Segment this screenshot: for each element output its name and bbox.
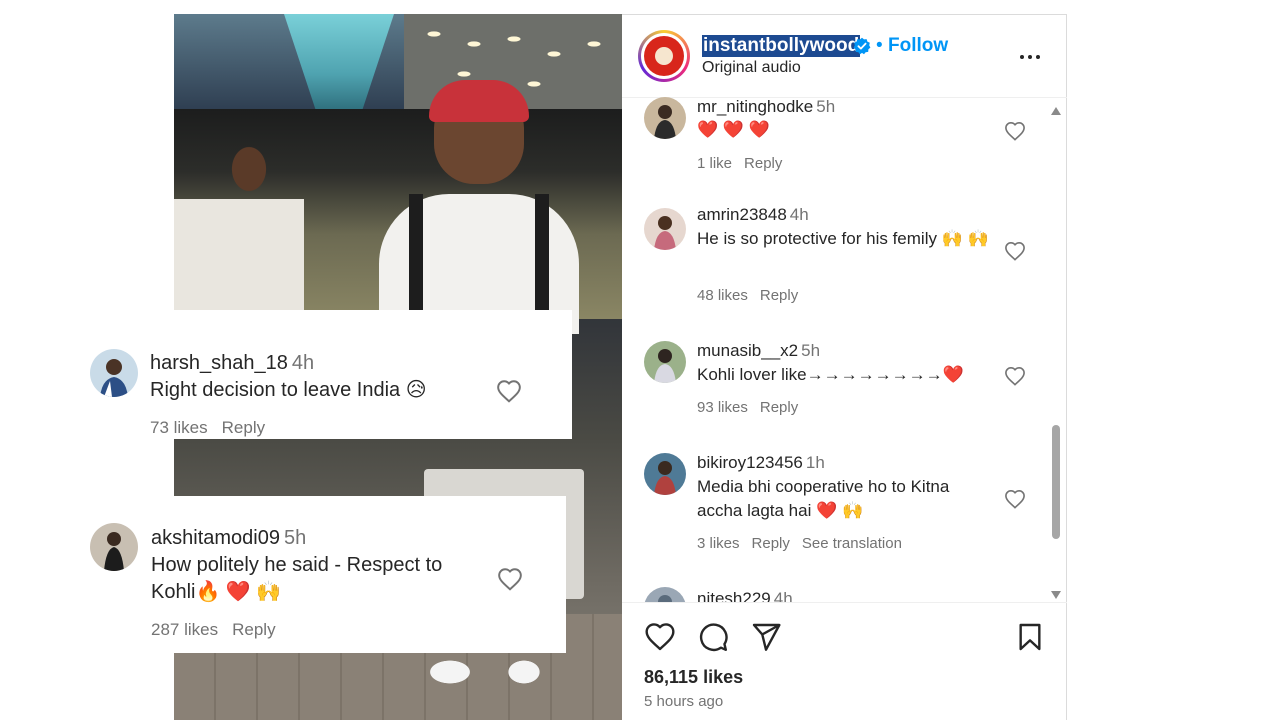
video-shoes [420,654,550,690]
reply-link[interactable]: Reply [752,535,790,552]
post-panel: instantbollywood • Follow Original audio [622,14,1067,720]
verified-badge-icon [853,37,871,55]
account-avatar[interactable] [638,30,690,82]
more-icon[interactable] [1018,45,1042,69]
avatar[interactable] [90,349,138,397]
comment-meta: 3 likes Reply See translation [697,535,902,552]
comment-heart-icon[interactable] [497,567,523,591]
comment-username[interactable]: bikiroy123456 1h [697,453,825,473]
avatar[interactable] [644,341,686,383]
heart-icon[interactable] [644,621,676,653]
comment-username[interactable]: harsh_shah_18 4h [150,352,314,375]
comment-heart-icon[interactable] [496,379,522,403]
audio-label[interactable]: Original audio [702,59,801,77]
avatar[interactable] [644,453,686,495]
comment-text: Right decision to leave India 😥 [150,379,427,401]
comment-heart-icon[interactable] [1004,121,1026,141]
comment-likes[interactable]: 3 likes [697,535,740,552]
reply-link[interactable]: Reply [222,418,265,437]
comment-text: How politely he said - Respect to Kohli🔥… [151,554,443,603]
likes-count[interactable]: 86,115 likes [644,667,743,688]
comment-heart-icon[interactable] [1004,241,1026,261]
avatar[interactable] [644,587,686,602]
comment-username[interactable]: akshitamodi09 5h [151,527,306,550]
comments-list[interactable]: mr_nitinghodke 5h ❤️ ❤️ ❤️ 1 like Reply am… [622,97,1067,602]
comment-text: Kohli lover like→→→→→→→→❤️ [697,365,964,384]
scroll-down-arrow-icon[interactable] [1050,587,1062,599]
post-actions: 86,115 likes 5 hours ago [622,602,1067,722]
reply-link[interactable]: Reply [760,399,798,416]
comment-username[interactable]: nitesh229 4h [697,589,793,602]
comment-likes[interactable]: 93 likes [697,399,748,416]
account-name[interactable]: instantbollywood [702,35,861,57]
scrollbar-thumb[interactable] [1052,425,1060,539]
avatar[interactable] [644,97,686,139]
comment-icon[interactable] [697,621,729,653]
reply-link[interactable]: Reply [744,155,782,172]
post-header: instantbollywood • Follow Original audio [622,15,1067,98]
overlay-comment-card: harsh_shah_18 4h Right decision to leave … [90,310,572,439]
video-person-cap [379,80,579,334]
overlay-comment-card: akshitamodi09 5h How politely he said - R… [90,496,566,653]
comment-heart-icon[interactable] [1004,366,1026,386]
comment-likes[interactable]: 73 likes [150,418,208,437]
reply-link[interactable]: Reply [232,620,275,639]
video-person-left [174,129,304,329]
comment-heart-icon[interactable] [1004,489,1026,509]
see-translation-link[interactable]: See translation [802,535,902,552]
comment-meta: 48 likes Reply [697,287,798,304]
comment-text: ❤️ ❤️ ❤️ [697,120,770,139]
comment-meta: 1 like Reply [697,155,782,172]
scroll-up-arrow-icon[interactable] [1050,103,1062,115]
comment-text: Media bhi cooperative ho to Kitna accha … [697,477,950,520]
comment-likes[interactable]: 48 likes [697,287,748,304]
comment-username[interactable]: mr_nitinghodke 5h [697,97,835,117]
comment-meta: 73 likes Reply [150,418,265,438]
avatar[interactable] [90,523,138,571]
comment-username[interactable]: munasib__x2 5h [697,341,820,361]
comment-username[interactable]: amrin23848 4h [697,205,809,225]
comment-likes[interactable]: 287 likes [151,620,218,639]
follow-button[interactable]: Follow [888,35,948,57]
separator-dot: • [876,35,883,56]
comment-meta: 93 likes Reply [697,399,798,416]
avatar[interactable] [644,208,686,250]
share-icon[interactable] [750,621,782,653]
comment-meta: 287 likes Reply [151,620,276,640]
comment-likes[interactable]: 1 like [697,155,732,172]
post-time[interactable]: 5 hours ago [644,693,723,710]
bookmark-icon[interactable] [1014,621,1046,653]
reply-link[interactable]: Reply [760,287,798,304]
comment-text: He is so protective for his femily 🙌 🙌 [697,229,989,248]
